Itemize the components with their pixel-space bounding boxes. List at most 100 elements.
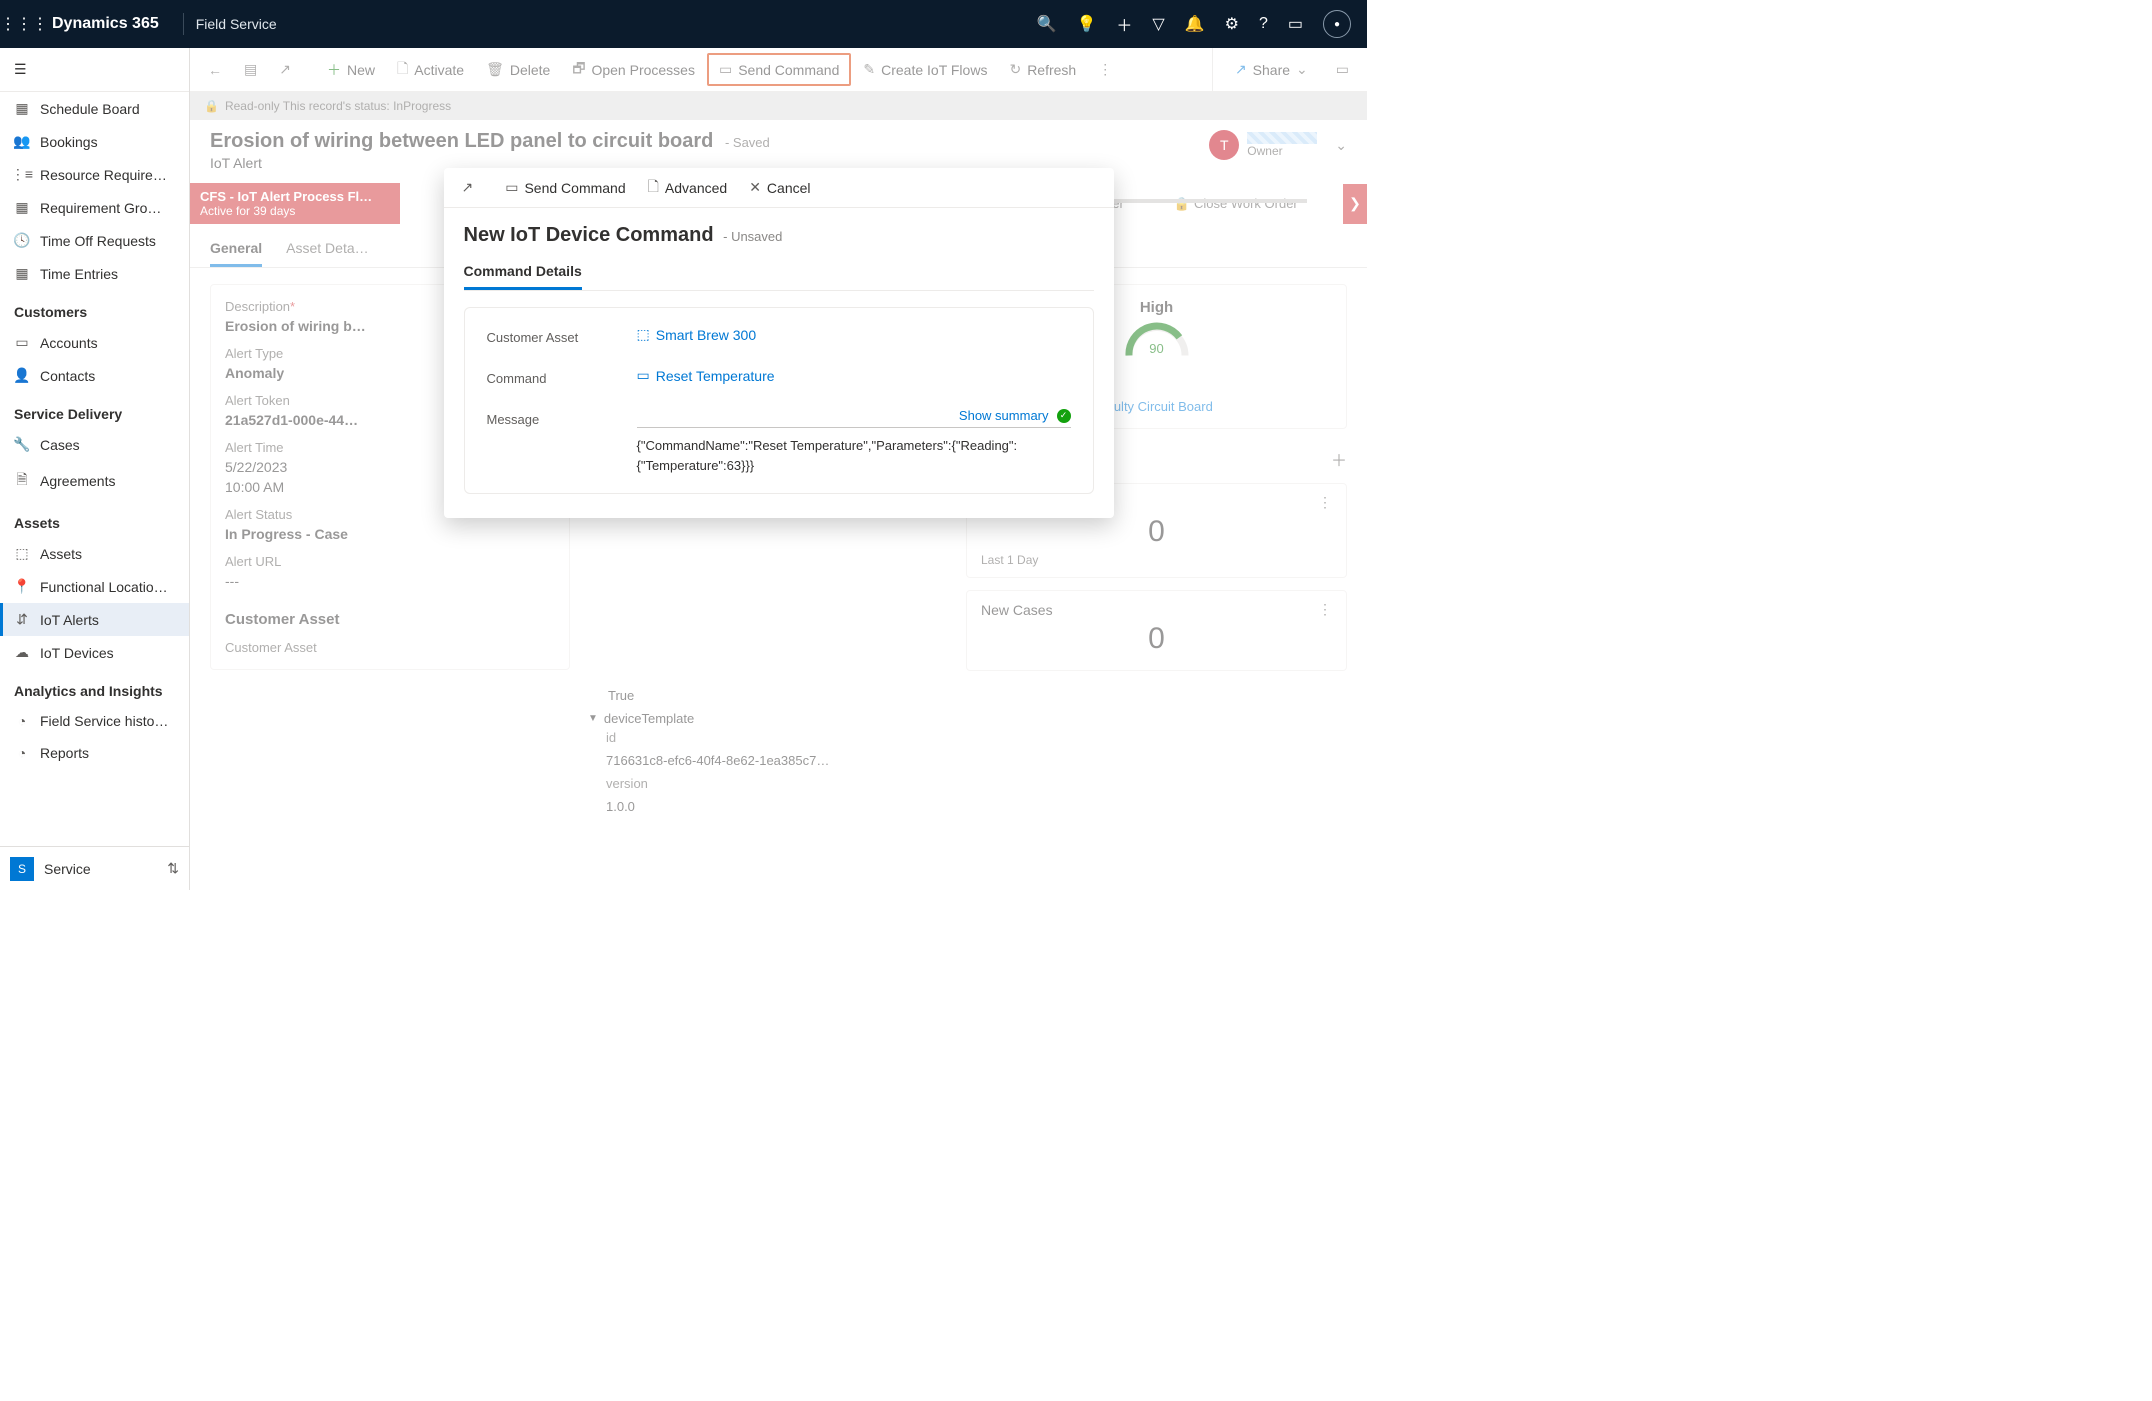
- idea-icon[interactable]: 💡: [1076, 14, 1096, 34]
- command-link[interactable]: ▭Reset Temperature: [637, 367, 1071, 384]
- nav-item-assets[interactable]: ⬚ Assets: [0, 537, 189, 570]
- dialog-popout-button[interactable]: ↗: [452, 173, 484, 202]
- nav-collapse-button[interactable]: ☰: [0, 48, 189, 92]
- cube-icon: ⬚: [637, 326, 650, 343]
- search-icon[interactable]: 🔍: [1037, 14, 1057, 34]
- nav-label: Time Off Requests: [40, 233, 156, 249]
- app-area-label[interactable]: Field Service: [196, 16, 277, 32]
- message-text[interactable]: {"CommandName":"Reset Temperature","Para…: [637, 436, 1071, 475]
- assistant-icon[interactable]: ▭: [1288, 14, 1303, 34]
- notification-icon[interactable]: 🔔: [1185, 14, 1205, 34]
- reports-icon: ◔: [14, 745, 30, 761]
- nav-item[interactable]: ▦Schedule Board: [0, 92, 189, 125]
- field-label: Message: [487, 408, 637, 427]
- popout-icon: ↗: [462, 179, 474, 196]
- customer-asset-link[interactable]: ⬚Smart Brew 300: [637, 326, 1071, 343]
- content-area: ← ▤ ↗ ＋New 🗋Activate 🗑Delete 🗗Open Proce…: [190, 48, 1367, 890]
- nav-label: Field Service histo…: [40, 713, 168, 729]
- nav-item-accounts[interactable]: ▭ Accounts: [0, 326, 189, 359]
- history-icon: ◔: [14, 713, 30, 729]
- nav-label: Contacts: [40, 368, 95, 384]
- reqgroup-icon: ▦: [14, 199, 30, 216]
- dialog-send-command-button[interactable]: ▭ Send Command: [495, 173, 635, 202]
- divider: [183, 13, 184, 35]
- user-avatar[interactable]: ●: [1323, 10, 1351, 38]
- product-brand: Dynamics 365: [52, 15, 159, 33]
- nav-section-title: Analytics and Insights: [0, 669, 189, 705]
- resource-icon: ⋮≡: [14, 166, 30, 183]
- left-nav: ☰ ▦Schedule Board 👥Bookings ⋮≡Resource R…: [0, 48, 190, 890]
- nav-label: Resource Require…: [40, 167, 167, 183]
- agreements-icon: 🗎: [14, 469, 30, 493]
- nav-item[interactable]: ⋮≡ Resource Require…: [0, 158, 189, 191]
- global-topbar: ⋮⋮⋮ Dynamics 365 Field Service 🔍 💡 ＋ ▽ 🔔…: [0, 0, 1367, 48]
- btn-label: Send Command: [524, 180, 625, 196]
- nav-label: Cases: [40, 437, 80, 453]
- dialog-advanced-button[interactable]: 🗋 Advanced: [638, 170, 738, 206]
- btn-label: Advanced: [665, 180, 727, 196]
- dialog-command-bar: ↗ ▭ Send Command 🗋 Advanced ✕ Cancel: [444, 168, 1114, 208]
- advanced-icon: 🗋: [648, 176, 659, 200]
- nav-item[interactable]: 🕓 Time Off Requests: [0, 224, 189, 257]
- nav-section-title: Service Delivery: [0, 392, 189, 428]
- nav-label: Bookings: [40, 134, 98, 150]
- app-launcher-icon[interactable]: ⋮⋮⋮: [8, 8, 40, 40]
- accounts-icon: ▭: [14, 334, 30, 351]
- assets-icon: ⬚: [14, 545, 30, 562]
- nav-label: Reports: [40, 745, 89, 761]
- field-label: Command: [487, 367, 637, 386]
- nav-item-contacts[interactable]: 👤 Contacts: [0, 359, 189, 392]
- nav-item-locations[interactable]: 📍 Functional Locatio…: [0, 570, 189, 603]
- nav-item-iot-devices[interactable]: ☁ IoT Devices: [0, 636, 189, 669]
- close-icon: ✕: [749, 179, 761, 196]
- nav-label: Assets: [40, 546, 82, 562]
- timeoff-icon: 🕓: [14, 232, 30, 249]
- settings-icon[interactable]: ⚙: [1225, 14, 1239, 34]
- field-label: Customer Asset: [487, 326, 637, 345]
- nav-item-agreements[interactable]: 🗎 Agreements: [0, 461, 189, 501]
- nav-label: Accounts: [40, 335, 98, 351]
- area-initial: S: [10, 857, 34, 881]
- dialog-title: New IoT Device Command - Unsaved: [464, 224, 1094, 247]
- check-icon: ✓: [1057, 409, 1071, 423]
- nav-label: IoT Devices: [40, 645, 114, 661]
- nav-label: Requirement Gro…: [40, 200, 161, 216]
- nav-item[interactable]: 👥 Bookings: [0, 125, 189, 158]
- nav-item-history[interactable]: ◔ Field Service histo…: [0, 705, 189, 737]
- iot-device-icon: ☁: [14, 644, 30, 661]
- command-icon: ▭: [505, 179, 518, 196]
- nav-label: Functional Locatio…: [40, 579, 168, 595]
- area-switcher[interactable]: S Service ⇅: [0, 846, 189, 890]
- nav-label: Schedule Board: [40, 101, 140, 117]
- nav-label: Agreements: [40, 473, 115, 489]
- nav-item-cases[interactable]: 🔧 Cases: [0, 428, 189, 461]
- help-icon[interactable]: ?: [1259, 15, 1268, 33]
- dialog-cancel-button[interactable]: ✕ Cancel: [739, 173, 820, 202]
- nav-item[interactable]: ▦ Requirement Gro…: [0, 191, 189, 224]
- topbar-icons: 🔍 💡 ＋ ▽ 🔔 ⚙ ? ▭ ●: [1037, 10, 1359, 38]
- dialog-tab-command-details[interactable]: Command Details: [464, 255, 582, 290]
- location-icon: 📍: [14, 578, 30, 595]
- iot-alert-icon: ⇵: [14, 611, 30, 628]
- show-summary-link[interactable]: Show summary: [959, 408, 1049, 423]
- add-icon[interactable]: ＋: [1116, 12, 1132, 36]
- btn-label: Cancel: [767, 180, 811, 196]
- timeentry-icon: ▦: [14, 265, 30, 282]
- nav-section-title: Customers: [0, 290, 189, 326]
- bookings-icon: 👥: [14, 133, 30, 150]
- send-command-dialog: ↗ ▭ Send Command 🗋 Advanced ✕ Cancel New Io…: [444, 168, 1114, 518]
- nav-item-iot-alerts[interactable]: ⇵ IoT Alerts: [0, 603, 189, 636]
- contacts-icon: 👤: [14, 367, 30, 384]
- nav-label: Time Entries: [40, 266, 118, 282]
- nav-section-title: Assets: [0, 501, 189, 537]
- modal-overlay: ↗ ▭ Send Command 🗋 Advanced ✕ Cancel New Io…: [190, 48, 1367, 890]
- nav-label: IoT Alerts: [40, 612, 99, 628]
- dialog-form-card: Customer Asset ⬚Smart Brew 300 Command ▭…: [464, 307, 1094, 494]
- nav-item-reports[interactable]: ◔ Reports: [0, 737, 189, 769]
- area-label: Service: [44, 861, 91, 877]
- nav-item[interactable]: ▦ Time Entries: [0, 257, 189, 290]
- filter-icon[interactable]: ▽: [1152, 14, 1164, 34]
- command-icon: ▭: [637, 367, 650, 384]
- cases-icon: 🔧: [14, 436, 30, 453]
- dialog-unsaved: - Unsaved: [723, 229, 782, 244]
